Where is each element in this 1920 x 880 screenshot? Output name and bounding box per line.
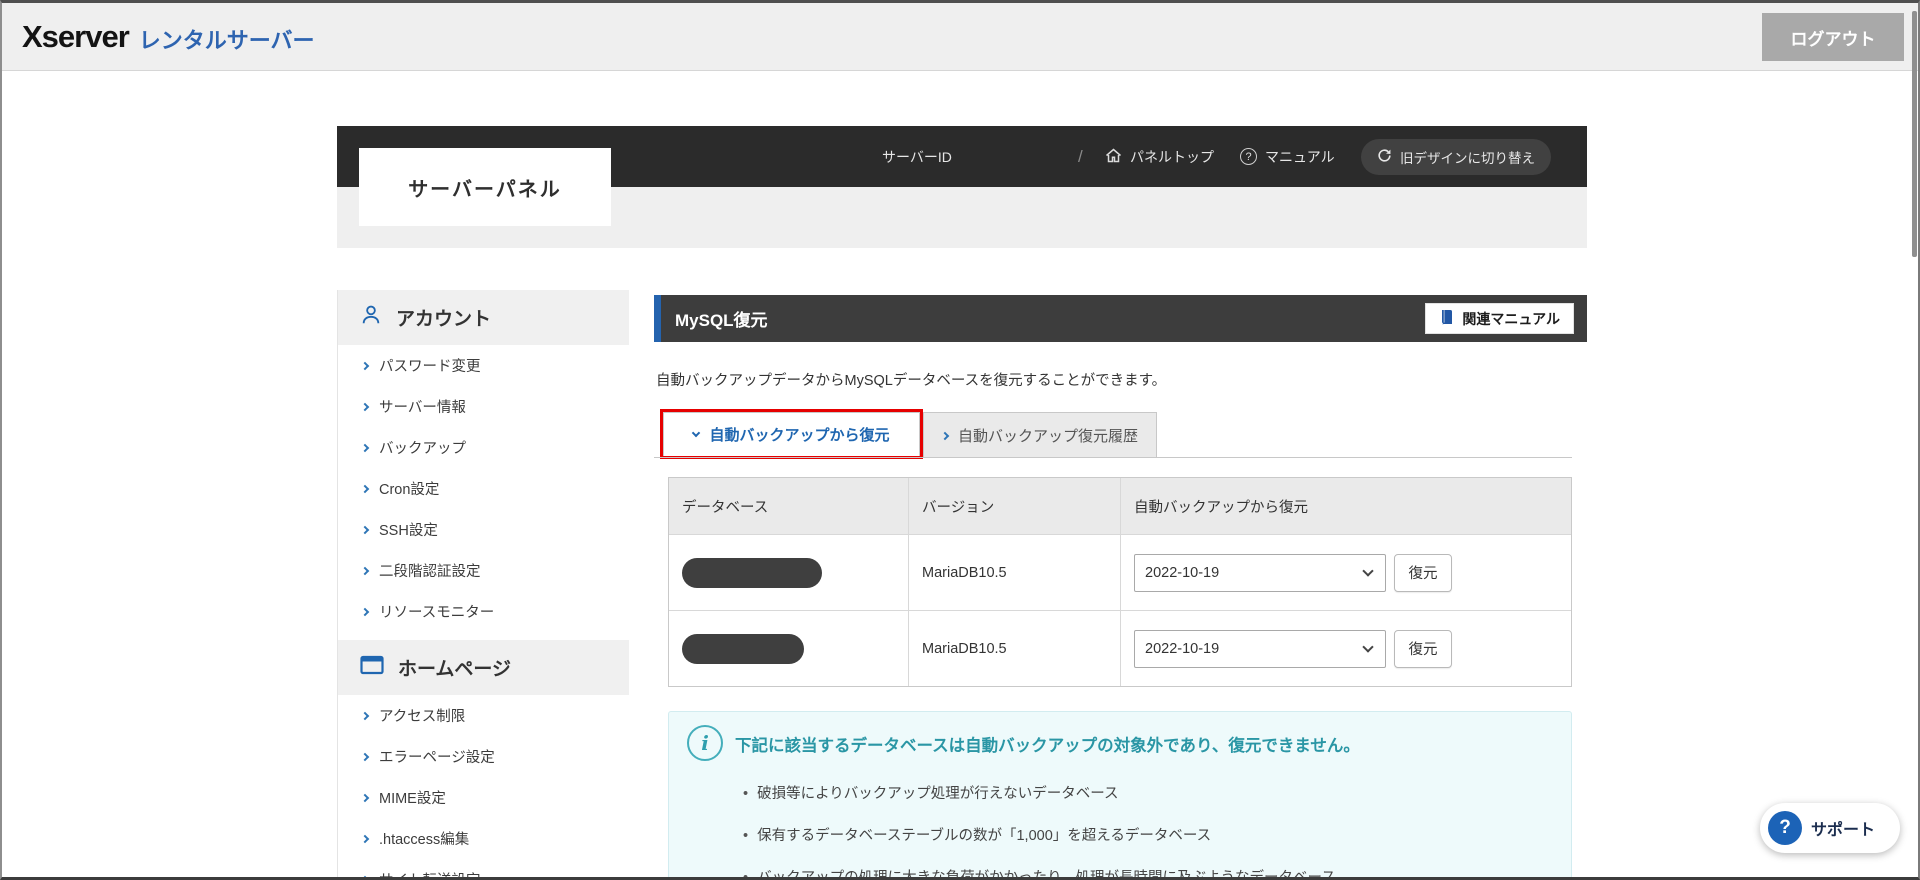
nav-manual-label: マニュアル <box>1265 148 1335 165</box>
related-manual-button[interactable]: 関連マニュアル <box>1425 303 1574 334</box>
chevron-right-icon <box>360 566 370 575</box>
notice-heading: 下記に該当するデータベースは自動バックアップの対象外であり、復元できません。 <box>735 737 1360 755</box>
sidebar-item-server-info[interactable]: サーバー情報 <box>338 386 629 427</box>
nav-panel-top[interactable]: パネルトップ <box>1105 126 1214 187</box>
logo-text-primary: Xserver <box>22 19 130 54</box>
chevron-right-icon <box>360 793 370 802</box>
tab-history-label: 自動バックアップ復元履歴 <box>957 428 1138 445</box>
sidebar-section-account-label: アカウント <box>396 309 492 330</box>
support-button[interactable]: ? サポート <box>1760 803 1900 853</box>
chevron-right-icon <box>360 484 370 493</box>
tab-restore-from-backup[interactable]: 自動バックアップから復元 <box>663 412 920 456</box>
notice-list: 破損等によりバックアップ処理が行えないデータベース 保有するデータベーステーブル… <box>743 782 1336 877</box>
panel-title: サーバーパネル <box>359 148 611 226</box>
sidebar-item-resource-monitor[interactable]: リソースモニター <box>338 591 629 632</box>
top-header-bar: Xserver レンタルサーバー ログアウト <box>2 3 1918 71</box>
notice-item: 保有するデータベーステーブルの数が「1,000」を超えるデータベース <box>743 824 1336 845</box>
person-icon <box>360 304 382 332</box>
chevron-right-icon <box>360 525 370 534</box>
sidebar-item-ssh[interactable]: SSH設定 <box>338 509 629 550</box>
sidebar-section-homepage: ホームページ <box>338 640 629 695</box>
breadcrumb-separator: / <box>1078 146 1083 166</box>
notice-item: バックアップの処理に大きな負荷がかかったり、処理が長時間に及ぶようなデータベース <box>743 866 1336 877</box>
tab-restore-label: 自動バックアップから復元 <box>709 427 890 444</box>
related-manual-label: 関連マニュアル <box>1462 310 1560 327</box>
sidebar-item-site-transfer[interactable]: サイト転送設定 <box>338 859 629 877</box>
home-icon <box>1105 148 1122 166</box>
vertical-scrollbar-thumb[interactable] <box>1912 11 1917 257</box>
logout-button[interactable]: ログアウト <box>1762 13 1904 61</box>
chevron-right-icon <box>360 607 370 616</box>
sidebar-item-two-factor[interactable]: 二段階認証設定 <box>338 550 629 591</box>
xserver-logo: Xserver レンタルサーバー <box>22 3 315 71</box>
chevron-right-icon <box>360 875 370 877</box>
logo-text-secondary: レンタルサーバー <box>138 28 315 53</box>
restore-button[interactable]: 復元 <box>1394 553 1452 592</box>
backup-date-select-wrapper: 2022-10-19 <box>1134 629 1386 668</box>
chevron-right-icon <box>360 711 370 720</box>
server-id-label: サーバーID <box>882 148 952 165</box>
notice-box: i 下記に該当するデータベースは自動バックアップの対象外であり、復元できません。… <box>668 711 1572 877</box>
screenshot-frame: Xserver レンタルサーバー ログアウト サーバーID / パネルトップ ?… <box>0 0 1920 880</box>
support-label: サポート <box>1811 822 1876 839</box>
chevron-down-icon <box>692 428 701 437</box>
switch-design-label: 旧デザインに切り替え <box>1400 151 1535 166</box>
table-row: MariaDB10.5 2022-10-19 復元 <box>669 534 1571 610</box>
sidebar-item-access-restriction[interactable]: アクセス制限 <box>338 695 629 736</box>
sidebar-item-backup[interactable]: バックアップ <box>338 427 629 468</box>
backup-date-select[interactable]: 2022-10-19 <box>1134 553 1386 592</box>
refresh-icon <box>1377 148 1392 166</box>
chevron-right-icon <box>360 834 370 843</box>
question-circle-icon: ? <box>1768 811 1802 845</box>
book-icon <box>1439 309 1454 329</box>
table-row: MariaDB10.5 2022-10-19 復元 <box>669 610 1571 686</box>
table-header-version: バージョン <box>909 478 1121 534</box>
switch-design-button[interactable]: 旧デザインに切り替え <box>1361 139 1551 175</box>
page-title-bar: MySQL復元 関連マニュアル <box>654 295 1587 342</box>
sidebar-section-account: アカウント <box>338 290 629 345</box>
chevron-right-icon <box>940 431 950 440</box>
notice-item: 破損等によりバックアップ処理が行えないデータベース <box>743 782 1336 803</box>
chevron-right-icon <box>360 402 370 411</box>
chevron-right-icon <box>360 443 370 452</box>
sidebar-item-error-page[interactable]: エラーページ設定 <box>338 736 629 777</box>
database-table: データベース バージョン 自動バックアップから復元 MariaDB10.5 20… <box>668 477 1572 687</box>
question-circle-icon: ? <box>1240 148 1257 165</box>
browser-window-icon <box>360 655 384 681</box>
redacted-database-name <box>682 633 804 664</box>
page-description: 自動バックアップデータからMySQLデータベースを復元することができます。 <box>656 373 1167 389</box>
info-circle-icon: i <box>687 725 723 761</box>
backup-date-select[interactable]: 2022-10-19 <box>1134 629 1386 668</box>
page-title: MySQL復元 <box>675 311 768 330</box>
nav-manual[interactable]: ? マニュアル <box>1240 126 1335 187</box>
nav-panel-top-label: パネルトップ <box>1130 148 1214 165</box>
redacted-database-name <box>682 557 822 588</box>
sidebar-item-htaccess[interactable]: .htaccess編集 <box>338 818 629 859</box>
table-header-restore: 自動バックアップから復元 <box>1134 499 1308 516</box>
chevron-right-icon <box>360 752 370 761</box>
table-header-row: データベース バージョン 自動バックアップから復元 <box>669 478 1571 534</box>
backup-date-select-wrapper: 2022-10-19 <box>1134 553 1386 592</box>
table-header-database: データベース <box>669 478 909 534</box>
sidebar-item-mime[interactable]: MIME設定 <box>338 777 629 818</box>
sidebar-section-homepage-label: ホームページ <box>398 659 512 680</box>
version-cell: MariaDB10.5 <box>909 611 1121 686</box>
tabs-underline <box>654 457 1572 458</box>
sidebar-item-cron[interactable]: Cron設定 <box>338 468 629 509</box>
sidebar: アカウント パスワード変更 サーバー情報 バックアップ Cron設定 SSH設定… <box>337 290 629 877</box>
restore-button[interactable]: 復元 <box>1394 629 1452 668</box>
tab-restore-history[interactable]: 自動バックアップ復元履歴 <box>923 412 1157 458</box>
sidebar-item-password-change[interactable]: パスワード変更 <box>338 345 629 386</box>
version-cell: MariaDB10.5 <box>909 535 1121 610</box>
red-annotation-box: 自動バックアップから復元 <box>660 409 923 459</box>
chevron-right-icon <box>360 361 370 370</box>
